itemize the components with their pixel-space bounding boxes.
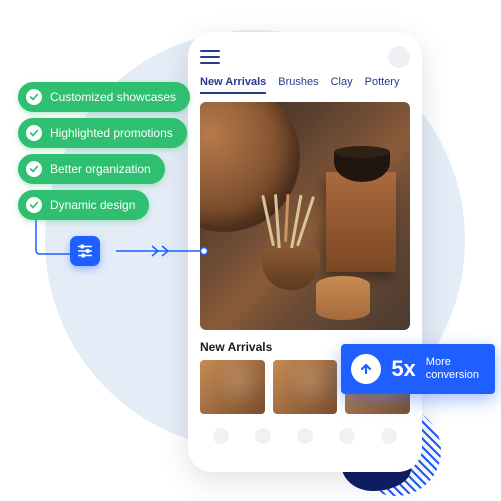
conversion-line2: conversion <box>426 369 479 382</box>
connector-line <box>34 214 234 274</box>
conversion-line1: More <box>426 356 479 369</box>
nav-dot-4[interactable] <box>339 428 355 444</box>
arrow-up-icon <box>351 354 381 384</box>
tab-clay[interactable]: Clay <box>331 76 353 94</box>
hero-block <box>326 172 396 272</box>
bottom-nav <box>200 428 410 444</box>
check-icon <box>26 161 42 177</box>
feature-label: Highlighted promotions <box>50 126 173 140</box>
nav-dot-1[interactable] <box>213 428 229 444</box>
feature-list: Customized showcases Highlighted promoti… <box>18 82 190 220</box>
category-tabs: New Arrivals Brushes Clay Pottery <box>200 76 410 94</box>
nav-dot-5[interactable] <box>381 428 397 444</box>
hero-brushes <box>272 194 299 252</box>
feature-dynamic-design: Dynamic design <box>18 190 149 220</box>
conversion-badge: 5x More conversion <box>341 344 495 394</box>
phone-header <box>200 46 410 68</box>
conversion-multiplier: 5x <box>391 356 415 382</box>
menu-icon[interactable] <box>200 50 220 64</box>
thumbnail-1[interactable] <box>200 360 265 414</box>
feature-customized-showcases: Customized showcases <box>18 82 190 112</box>
nav-dot-2[interactable] <box>255 428 271 444</box>
tab-pottery[interactable]: Pottery <box>365 76 400 94</box>
sliders-icon[interactable] <box>70 236 100 266</box>
check-icon <box>26 197 42 213</box>
feature-better-organization: Better organization <box>18 154 165 184</box>
conversion-text: More conversion <box>426 356 479 381</box>
tab-new-arrivals[interactable]: New Arrivals <box>200 76 266 94</box>
avatar[interactable] <box>388 46 410 68</box>
thumbnail-2[interactable] <box>273 360 338 414</box>
tab-brushes[interactable]: Brushes <box>278 76 318 94</box>
check-icon <box>26 125 42 141</box>
feature-highlighted-promotions: Highlighted promotions <box>18 118 187 148</box>
feature-label: Better organization <box>50 162 151 176</box>
nav-dot-3[interactable] <box>297 428 313 444</box>
check-icon <box>26 89 42 105</box>
feature-label: Dynamic design <box>50 198 135 212</box>
hero-pedestal <box>316 276 370 320</box>
hero-pot <box>262 248 320 290</box>
feature-label: Customized showcases <box>50 90 176 104</box>
